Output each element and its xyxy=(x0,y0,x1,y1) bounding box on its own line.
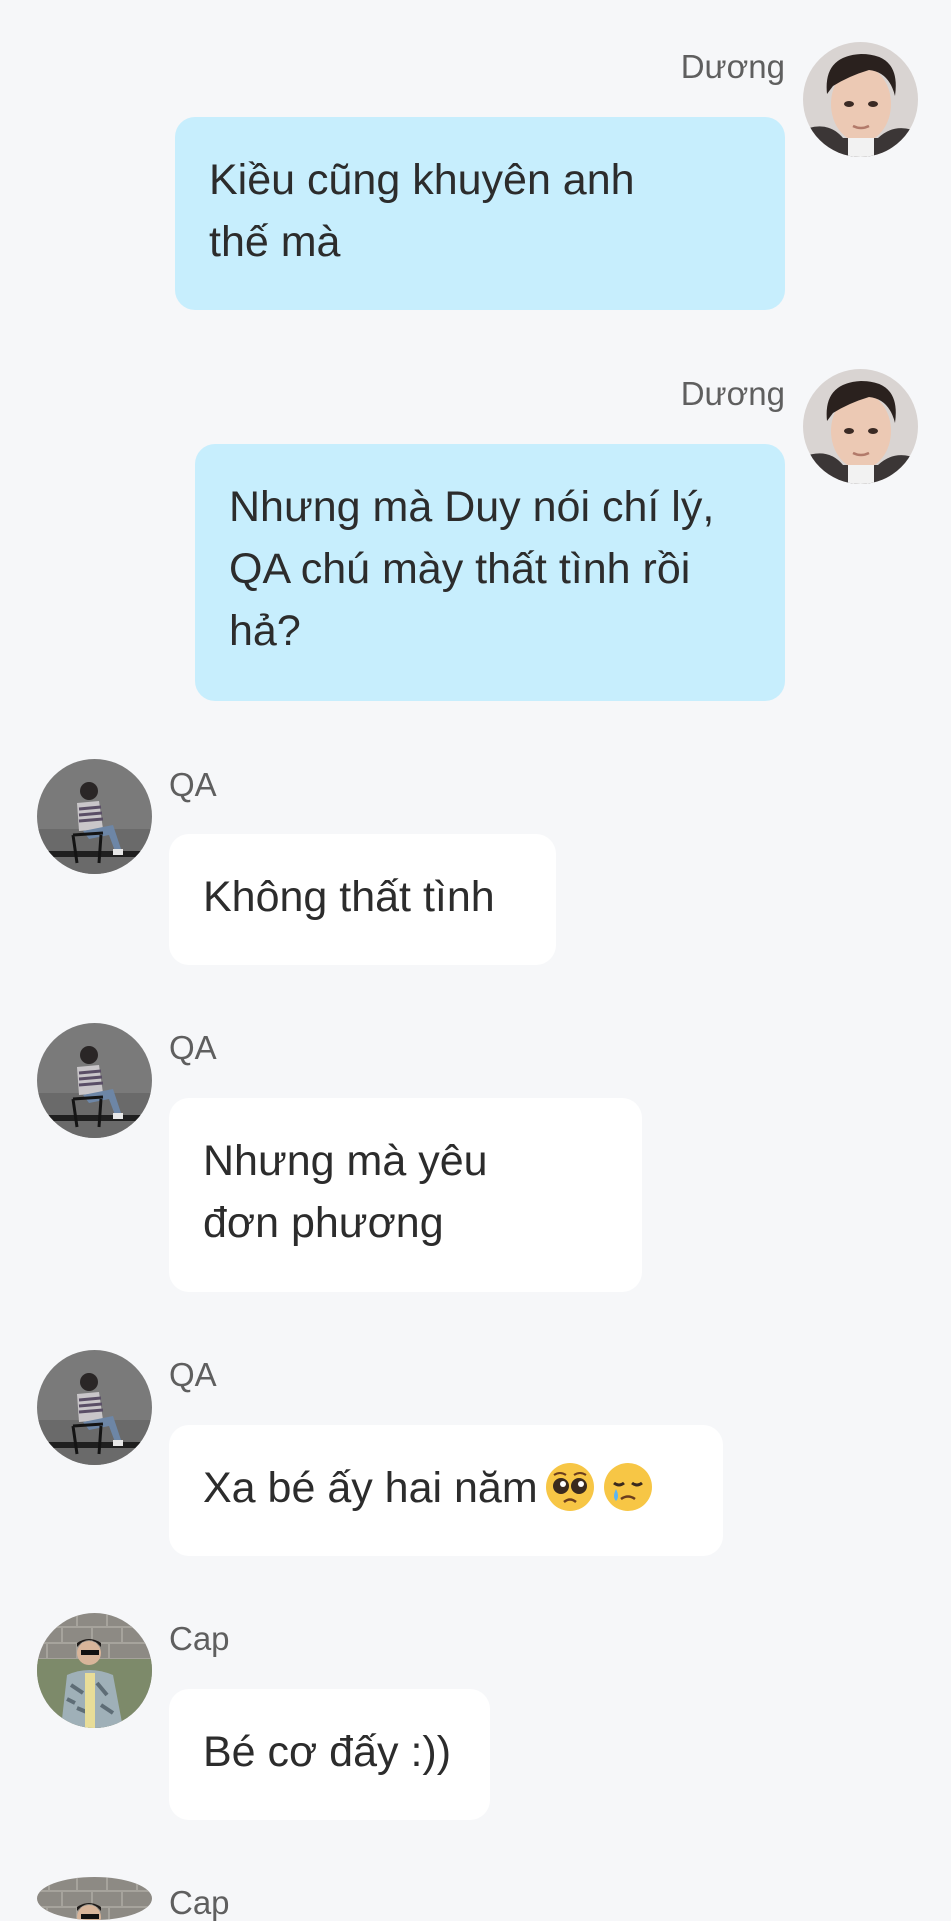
sender-name: Dương xyxy=(680,375,785,412)
message-text: Nhưng mà Duy nói chí lý, xyxy=(229,483,715,531)
message-text: đơn phương xyxy=(203,1199,444,1247)
message-text: Xa bé ấy hai năm xyxy=(203,1457,689,1519)
message-text: Nhưng mà yêu xyxy=(203,1137,488,1185)
sender-name: Cap xyxy=(169,1884,230,1921)
avatar-cap[interactable] xyxy=(37,1613,152,1728)
message-text: thế mà xyxy=(209,218,341,266)
avatar-duong[interactable] xyxy=(803,42,918,157)
message-text: Kiều cũng khuyên anh xyxy=(209,156,635,204)
pleading-face-emoji xyxy=(544,1461,596,1513)
message-text: Không thất tình xyxy=(203,873,495,921)
sender-name: QA xyxy=(169,1029,217,1066)
sender-name: Cap xyxy=(169,1620,230,1657)
message-text: QA chú mày thất tình rồi xyxy=(229,545,691,593)
message-bubble[interactable]: Nhưng mà Duy nói chí lý, QA chú mày thất… xyxy=(195,444,785,701)
message-bubble[interactable]: Không thất tình xyxy=(169,834,556,965)
message-bubble[interactable]: Xa bé ấy hai năm xyxy=(169,1425,723,1556)
message-bubble[interactable]: Bé cơ đấy :)) xyxy=(169,1689,490,1820)
sender-name: QA xyxy=(169,1356,217,1393)
avatar-qa[interactable] xyxy=(37,1350,152,1465)
avatar-duong[interactable] xyxy=(803,369,918,484)
chat-message-list[interactable]: Dương Kiều cũng khuyên anh thế mà Dương … xyxy=(0,0,951,1920)
avatar-qa[interactable] xyxy=(37,1023,152,1138)
message-text: hả? xyxy=(229,607,301,655)
sad-tear-face-emoji xyxy=(602,1461,654,1513)
message-bubble[interactable]: Kiều cũng khuyên anh thế mà xyxy=(175,117,785,310)
avatar-qa[interactable] xyxy=(37,759,152,874)
sender-name: Dương xyxy=(680,48,785,85)
avatar-cap[interactable] xyxy=(37,1877,152,1920)
message-text: Bé cơ đấy :)) xyxy=(203,1728,452,1776)
sender-name: QA xyxy=(169,766,217,803)
message-bubble[interactable]: Nhưng mà yêu đơn phương xyxy=(169,1098,642,1292)
